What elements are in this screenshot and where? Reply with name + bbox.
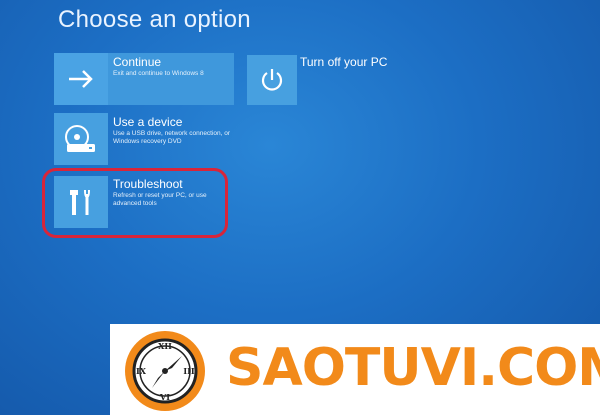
svg-text:VI: VI [159,392,170,402]
svg-text:IX: IX [136,366,147,376]
svg-text:XII: XII [158,341,172,351]
power-icon [261,69,283,91]
disc-drive-icon [65,125,95,152]
troubleshoot-highlight-annotation [42,168,228,238]
option-continue-label: Continue [113,55,162,69]
option-use-device[interactable]: Use a device Use a USB drive, network co… [54,113,234,165]
option-turn-off[interactable]: Turn off your PC [247,55,397,105]
svg-text:III: III [183,366,194,376]
watermark-text: SAOTUVI.COM [226,338,600,398]
option-use-device-description: Use a USB drive, network connection, or … [113,130,231,145]
option-use-device-tile[interactable] [54,113,108,165]
option-continue[interactable]: Continue Exit and continue to Windows 8 [54,53,234,105]
option-continue-description: Exit and continue to Windows 8 [113,70,204,77]
option-use-device-label: Use a device [113,115,183,129]
watermark-banner: XII III VI IX SAOTUVI.COM [110,324,600,415]
clock-logo-icon: XII III VI IX [125,331,205,411]
option-continue-tile[interactable] [54,53,108,105]
option-turn-off-label: Turn off your PC [300,55,388,69]
arrow-right-icon [69,70,93,88]
page-title: Choose an option [58,6,251,33]
option-turn-off-tile[interactable] [247,55,297,105]
